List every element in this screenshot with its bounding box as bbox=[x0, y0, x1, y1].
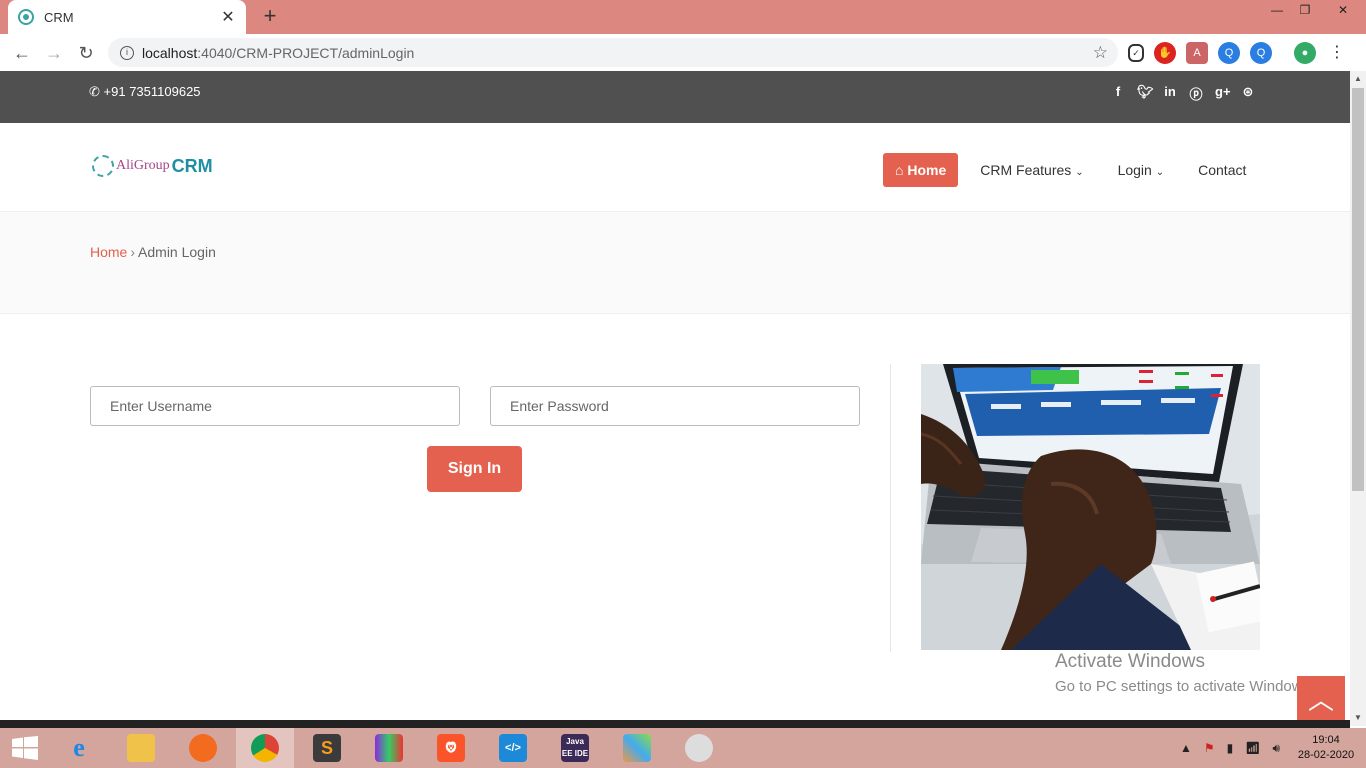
scrollbar-thumb[interactable] bbox=[1352, 88, 1364, 491]
linkedin-icon[interactable]: in bbox=[1163, 84, 1177, 103]
browser-tabbar: CRM ✕ + — ❐ ✕ bbox=[0, 0, 1366, 34]
reload-icon[interactable]: ↻ bbox=[70, 37, 102, 69]
search-extension-2-icon[interactable]: Q bbox=[1250, 42, 1272, 64]
nav-crm-features[interactable]: CRM Features ⌄ bbox=[980, 162, 1083, 178]
logo-mark-icon bbox=[92, 155, 114, 177]
dribbble-icon[interactable]: ⊛ bbox=[1241, 84, 1255, 103]
system-clock[interactable]: 19:04 28-02-2020 bbox=[1286, 733, 1366, 763]
url-host: localhost bbox=[142, 44, 198, 61]
taskbar-photos[interactable] bbox=[608, 728, 666, 768]
pinterest-icon[interactable]: ⓟ bbox=[1189, 84, 1203, 103]
vscode-icon: </> bbox=[499, 734, 527, 762]
taskbar-vscode[interactable]: </> bbox=[484, 728, 542, 768]
breadcrumb-current: Admin Login bbox=[138, 244, 216, 260]
taskbar-internet-explorer[interactable]: e bbox=[50, 728, 108, 768]
page-footer-edge bbox=[0, 720, 1350, 728]
site-header: AliGroup CRM ⌂ Home CRM Features ⌄ Login… bbox=[0, 123, 1350, 212]
action-center-flag-icon[interactable]: ⚑ bbox=[1204, 741, 1215, 755]
folder-icon bbox=[127, 734, 155, 762]
chevron-down-icon: ⌄ bbox=[1155, 167, 1165, 178]
nav-contact[interactable]: Contact bbox=[1198, 162, 1246, 178]
windows-taskbar: e S 🦁︎ </> Java EE IDE ▲ ⚑ ▮ 📶︎ 🔊︎ 19:04… bbox=[0, 728, 1366, 768]
adblock-extension-icon[interactable]: ✋ bbox=[1154, 42, 1176, 64]
nav-home[interactable]: ⌂ Home bbox=[883, 153, 959, 187]
profile-avatar-icon[interactable]: ● bbox=[1294, 42, 1316, 64]
taskbar-chrome[interactable] bbox=[236, 728, 294, 768]
tab-close-icon[interactable]: ✕ bbox=[220, 7, 236, 27]
network-signal-icon[interactable]: 📶︎ bbox=[1245, 741, 1260, 755]
taskbar-java-ee-ide[interactable]: Java EE IDE bbox=[546, 728, 604, 768]
phone-icon: ✆ bbox=[89, 84, 100, 99]
battery-icon[interactable]: ▮ bbox=[1227, 741, 1234, 755]
facebook-icon[interactable]: f bbox=[1111, 84, 1125, 103]
page-scrollbar[interactable]: ▲ ▼ bbox=[1350, 71, 1366, 726]
taskbar-file-explorer[interactable] bbox=[112, 728, 170, 768]
window-controls: — ❐ ✕ bbox=[1262, 0, 1366, 22]
volume-icon[interactable]: 🔊︎ bbox=[1272, 741, 1280, 756]
breadcrumb: Home › Admin Login bbox=[90, 244, 216, 260]
tab-favicon-icon bbox=[18, 9, 34, 25]
internet-explorer-icon: e bbox=[73, 733, 85, 762]
twitter-icon[interactable]: 🐦︎ bbox=[1137, 84, 1154, 103]
start-button[interactable] bbox=[0, 728, 50, 768]
chevron-down-icon: ⌄ bbox=[1075, 167, 1084, 178]
chrome-icon bbox=[251, 734, 279, 762]
windows-logo-icon bbox=[12, 736, 38, 760]
scroll-up-arrow-icon[interactable]: ▲ bbox=[1350, 71, 1366, 87]
forward-icon[interactable]: → bbox=[38, 37, 70, 69]
taskbar-sublime[interactable]: S bbox=[298, 728, 356, 768]
window-close-icon[interactable]: ✕ bbox=[1320, 0, 1366, 20]
sublime-text-icon: S bbox=[313, 734, 341, 762]
brave-icon: 🦁︎ bbox=[437, 734, 465, 762]
taskbar-brave[interactable]: 🦁︎ bbox=[422, 728, 480, 768]
restore-icon[interactable]: ❐ bbox=[1292, 0, 1318, 20]
column-divider bbox=[890, 364, 891, 652]
tab-title: CRM bbox=[44, 9, 74, 25]
site-topbar: ✆ +91 7351109625 f 🐦︎ in ⓟ g+ ⊛ bbox=[0, 71, 1350, 123]
shield-extension-icon[interactable]: ✓ bbox=[1128, 44, 1144, 62]
menu-dots-icon[interactable]: ⋮ bbox=[1326, 42, 1348, 64]
main-nav: ⌂ Home CRM Features ⌄ Login ⌄ Contact bbox=[883, 153, 1280, 187]
firefox-icon bbox=[189, 734, 217, 762]
site-info-icon[interactable]: i bbox=[120, 45, 134, 60]
paint-palette-icon bbox=[685, 734, 713, 762]
bookmark-star-icon[interactable]: ☆ bbox=[1093, 43, 1108, 63]
minimize-icon[interactable]: — bbox=[1264, 0, 1290, 20]
winrar-icon bbox=[375, 734, 403, 762]
nav-login[interactable]: Login ⌄ bbox=[1118, 162, 1165, 178]
scroll-down-arrow-icon[interactable]: ▼ bbox=[1350, 710, 1366, 726]
back-icon[interactable]: ← bbox=[6, 37, 38, 69]
google-plus-icon[interactable]: g+ bbox=[1215, 84, 1231, 103]
pdf-extension-icon[interactable]: A bbox=[1186, 42, 1208, 64]
password-input[interactable] bbox=[490, 386, 860, 426]
show-hidden-icons-icon[interactable]: ▲ bbox=[1180, 741, 1192, 755]
social-links: f 🐦︎ in ⓟ g+ ⊛ bbox=[1111, 84, 1255, 103]
laptop-photo bbox=[921, 364, 1260, 650]
taskbar-paint[interactable] bbox=[670, 728, 728, 768]
home-icon: ⌂ bbox=[895, 162, 904, 178]
extension-icons: ✓ ✋ A Q Q ● ⋮ bbox=[1128, 42, 1348, 64]
breadcrumb-home-link[interactable]: Home bbox=[90, 244, 127, 260]
search-extension-icon[interactable]: Q bbox=[1218, 42, 1240, 64]
phone-number: ✆ +91 7351109625 bbox=[89, 84, 201, 99]
site-logo[interactable]: AliGroup CRM bbox=[92, 155, 213, 177]
new-tab-icon[interactable]: + bbox=[258, 4, 282, 28]
taskbar-firefox[interactable] bbox=[174, 728, 232, 768]
browser-tab[interactable]: CRM ✕ bbox=[8, 0, 246, 34]
chevron-up-icon: ︿ bbox=[1307, 685, 1334, 715]
breadcrumb-separator: › bbox=[130, 244, 136, 260]
scroll-to-top-button[interactable]: ︿ bbox=[1297, 676, 1345, 724]
breadcrumb-band: Home › Admin Login bbox=[0, 212, 1350, 314]
sign-in-button[interactable]: Sign In bbox=[427, 446, 522, 492]
system-tray: ▲ ⚑ ▮ 📶︎ 🔊︎ 19:04 28-02-2020 bbox=[1174, 728, 1366, 768]
address-bar[interactable]: i localhost:4040/CRM-PROJECT/adminLogin … bbox=[108, 38, 1118, 67]
activation-watermark: Activate Windows Go to PC settings to ac… bbox=[1055, 651, 1315, 695]
username-input[interactable] bbox=[90, 386, 460, 426]
java-ee-ide-icon: Java EE IDE bbox=[561, 734, 589, 762]
photos-icon bbox=[623, 734, 651, 762]
url-path: :4040/CRM-PROJECT/adminLogin bbox=[197, 44, 415, 61]
taskbar-winrar[interactable] bbox=[360, 728, 418, 768]
